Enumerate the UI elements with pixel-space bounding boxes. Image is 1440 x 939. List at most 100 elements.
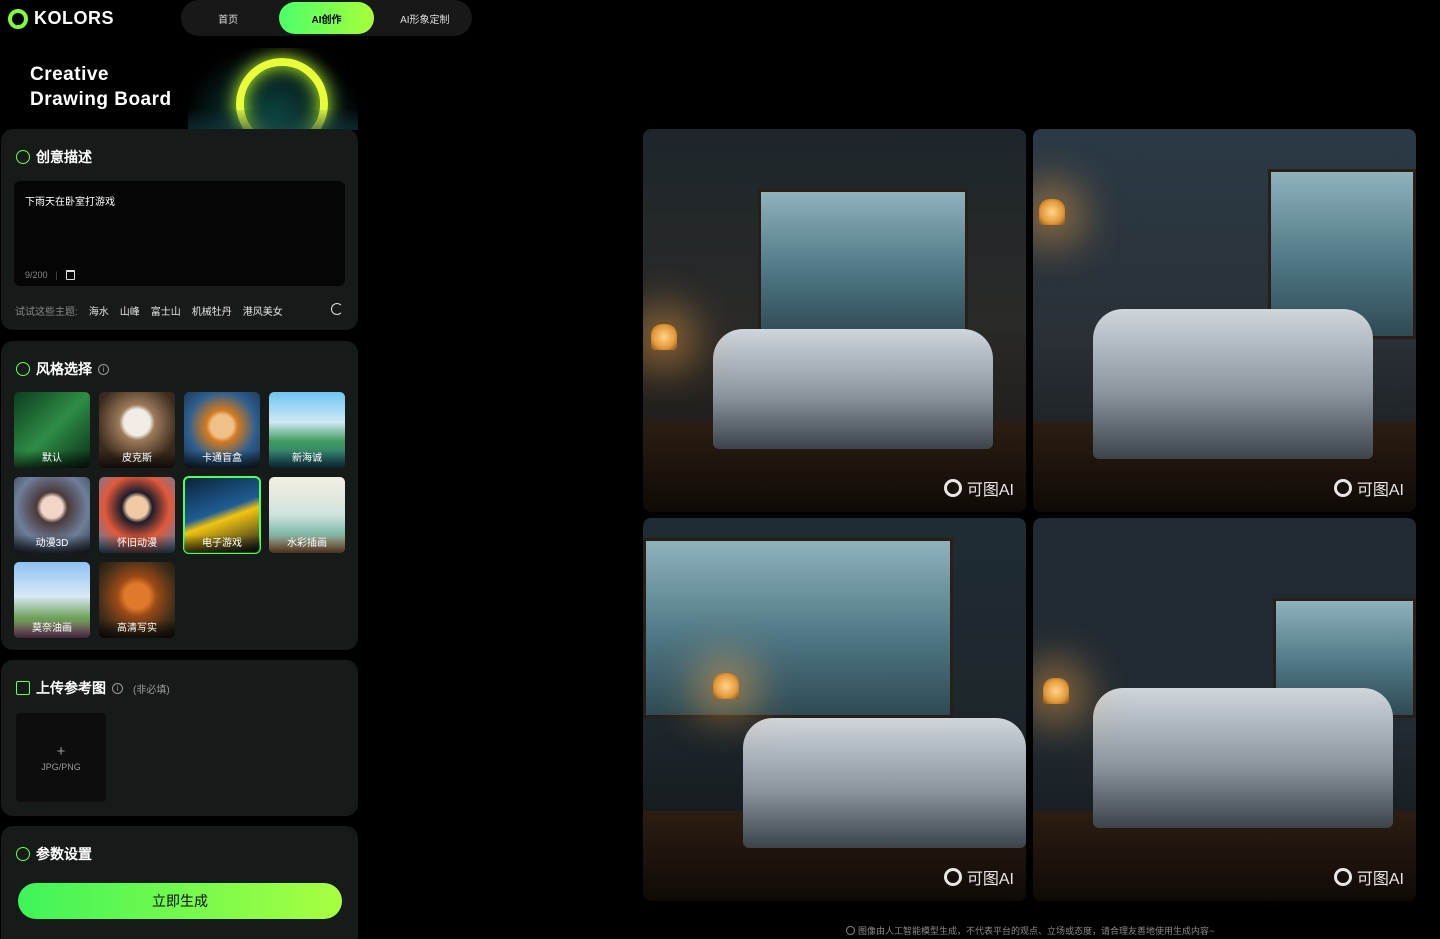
suggestion-tag[interactable]: 海水 <box>89 303 109 318</box>
style-label: 动漫3D <box>14 535 90 553</box>
style-card-default[interactable]: 默认 <box>14 392 90 468</box>
upload-optional-hint: (非必填) <box>133 684 170 696</box>
bed <box>713 329 993 449</box>
style-label: 莫奈油画 <box>14 620 90 638</box>
tab-home[interactable]: 首页 <box>181 2 275 34</box>
style-card-blindbox[interactable]: 卡通盲盒 <box>184 392 260 468</box>
watermark-logo-icon <box>1333 479 1352 497</box>
kolors-logo-icon <box>8 8 28 29</box>
suggestion-tag[interactable]: 机械牡丹 <box>192 303 232 318</box>
params-header[interactable]: 参数设置 <box>16 844 92 864</box>
image-icon <box>16 681 30 695</box>
result-image-4[interactable]: 可图AI <box>1033 518 1416 901</box>
result-image-3[interactable]: 可图AI <box>643 518 1026 901</box>
lamp <box>1043 678 1069 704</box>
watermark: 可图AI <box>1333 476 1404 500</box>
plus-icon: + <box>56 742 66 760</box>
description-title: 创意描述 <box>36 149 92 165</box>
upload-reference-button[interactable]: + JPG/PNG <box>16 713 106 802</box>
upload-panel: 上传参考图 i (非必填) + JPG/PNG <box>1 660 358 816</box>
banner-water <box>188 110 358 130</box>
bulb-icon <box>16 150 30 164</box>
disclaimer-text: 图像由人工智能模型生成，不代表平台的观点、立场或态度，请合理友善地使用生成内容~ <box>858 926 1215 936</box>
bed <box>1093 309 1373 459</box>
watermark-text: 可图AI <box>1356 482 1404 499</box>
settings-icon <box>16 847 30 861</box>
bed <box>1093 688 1393 828</box>
info-icon[interactable]: i <box>98 363 109 375</box>
style-label: 电子游戏 <box>184 535 260 553</box>
generate-button[interactable]: 立即生成 <box>18 883 342 919</box>
counter-divider: | <box>55 270 58 280</box>
banner-title-line1: Creative <box>30 64 109 85</box>
info-icon <box>846 926 855 935</box>
style-card-monet[interactable]: 莫奈油画 <box>14 562 90 638</box>
style-title: 风格选择 <box>36 361 92 377</box>
lamp <box>1039 199 1065 225</box>
banner-title: Creative Drawing Board <box>30 62 172 112</box>
style-header: 风格选择 i <box>16 359 109 379</box>
style-label: 皮克斯 <box>99 450 175 468</box>
watermark-text: 可图AI <box>1356 871 1404 888</box>
refresh-suggestions-icon[interactable] <box>331 303 343 315</box>
brand-name: KOLORS <box>34 8 115 28</box>
bed <box>743 718 1026 848</box>
description-header: 创意描述 <box>16 147 92 167</box>
rainy-window <box>643 538 953 718</box>
upload-header: 上传参考图 i (非必填) <box>16 678 170 698</box>
suggestion-row: 试试这些主题: 海水 山峰 富士山 机械牡丹 港风美女 <box>15 303 283 318</box>
style-card-watercolor[interactable]: 水彩插画 <box>269 477 345 553</box>
banner-ring-art <box>188 48 358 130</box>
ai-disclaimer: 图像由人工智能模型生成，不代表平台的观点、立场或态度，请合理友善地使用生成内容~ <box>846 924 1214 937</box>
watermark-text: 可图AI <box>966 482 1014 499</box>
watermark: 可图AI <box>943 476 1014 500</box>
style-label: 怀旧动漫 <box>99 535 175 553</box>
lamp <box>651 324 677 350</box>
params-title: 参数设置 <box>36 846 92 862</box>
description-panel: 创意描述 下雨天在卧室打游戏 9/200 | 试试这些主题: 海水 山峰 富士山… <box>1 129 358 330</box>
suggest-label: 试试这些主题: <box>15 307 78 318</box>
style-card-retro-anime[interactable]: 怀旧动漫 <box>99 477 175 553</box>
top-nav: 首页 AI创作 AI形象定制 <box>181 0 472 36</box>
style-grid: 默认 皮克斯 卡通盲盒 新海诚 动漫3D 怀旧动漫 电子游戏 水彩插画 莫奈油画… <box>14 392 345 638</box>
tab-ai-avatar[interactable]: AI形象定制 <box>378 2 472 34</box>
watermark-text: 可图AI <box>966 871 1014 888</box>
style-card-pixar[interactable]: 皮克斯 <box>99 392 175 468</box>
style-label: 高清写实 <box>99 620 175 638</box>
prompt-counter: 9/200 | <box>25 270 75 280</box>
clear-trash-icon[interactable] <box>65 270 75 280</box>
palette-icon <box>16 362 30 376</box>
watermark: 可图AI <box>943 865 1014 889</box>
result-image-1[interactable]: 可图AI <box>643 129 1026 512</box>
result-image-2[interactable]: 可图AI <box>1033 129 1416 512</box>
prompt-text: 下雨天在卧室打游戏 <box>25 197 115 208</box>
watermark-logo-icon <box>943 479 962 497</box>
style-panel: 风格选择 i 默认 皮克斯 卡通盲盒 新海诚 动漫3D 怀旧动漫 电子游戏 水彩… <box>1 341 358 650</box>
rainy-window <box>758 189 968 339</box>
prompt-input[interactable]: 下雨天在卧室打游戏 9/200 | <box>14 181 345 286</box>
style-card-realistic[interactable]: 高清写实 <box>99 562 175 638</box>
info-icon[interactable]: i <box>112 682 123 694</box>
style-label: 卡通盲盒 <box>184 450 260 468</box>
suggestion-tag[interactable]: 港风美女 <box>243 303 283 318</box>
banner-title-line2: Drawing Board <box>30 89 172 110</box>
style-card-anime3d[interactable]: 动漫3D <box>14 477 90 553</box>
style-card-shinkai[interactable]: 新海诚 <box>269 392 345 468</box>
watermark-logo-icon <box>943 868 962 886</box>
style-label: 新海诚 <box>269 450 345 468</box>
suggestion-tag[interactable]: 山峰 <box>120 303 140 318</box>
watermark-logo-icon <box>1333 868 1352 886</box>
lamp <box>713 673 739 699</box>
suggestion-tag[interactable]: 富士山 <box>151 303 181 318</box>
upload-title: 上传参考图 <box>36 680 106 696</box>
upload-formats: JPG/PNG <box>41 761 81 772</box>
params-panel: 参数设置 立即生成 <box>1 826 358 939</box>
style-card-video-game[interactable]: 电子游戏 <box>183 476 261 554</box>
style-label: 默认 <box>14 450 90 468</box>
creative-board-banner: Creative Drawing Board <box>0 48 360 130</box>
kolors-logo[interactable]: KOLORS <box>8 8 114 29</box>
style-label: 水彩插画 <box>269 535 345 553</box>
watermark: 可图AI <box>1333 865 1404 889</box>
tab-ai-create[interactable]: AI创作 <box>279 2 374 34</box>
char-count: 9/200 <box>25 270 48 280</box>
